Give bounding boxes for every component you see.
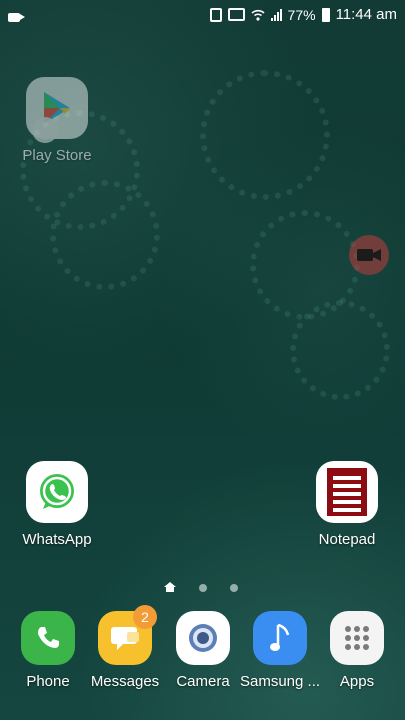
camera-icon — [176, 611, 230, 665]
page-dot — [199, 584, 207, 592]
app-label: Notepad — [318, 531, 376, 548]
app-label: Apps — [339, 673, 375, 690]
app-notepad[interactable]: Notepad — [307, 461, 387, 548]
whatsapp-icon — [26, 461, 88, 523]
wallpaper-pattern — [200, 70, 330, 200]
app-play-store[interactable]: Play Store — [17, 77, 97, 164]
battery-percent: 77% — [287, 6, 316, 23]
video-camera-icon — [357, 249, 381, 261]
clock: 11:44 am — [335, 6, 397, 23]
app-whatsapp[interactable]: WhatsApp — [17, 461, 97, 548]
music-note-icon — [253, 611, 307, 665]
screen-recorder-float-button[interactable] — [349, 235, 389, 275]
app-label: Samsung ... — [240, 673, 321, 690]
app-label: Play Store — [22, 147, 92, 164]
wifi-icon — [250, 9, 265, 21]
dock-apps[interactable]: Apps — [317, 611, 397, 690]
page-dot — [230, 584, 238, 592]
messages-icon: 2 — [98, 605, 157, 665]
wallpaper-pattern — [250, 210, 360, 320]
play-store-icon — [26, 77, 88, 143]
wallpaper-pattern — [50, 180, 160, 290]
phone-icon — [21, 611, 75, 665]
notepad-icon — [316, 461, 378, 523]
cast-icon — [227, 8, 245, 21]
dock-phone[interactable]: Phone — [8, 611, 88, 690]
dock-camera[interactable]: Camera — [163, 611, 243, 690]
wallpaper-pattern — [290, 300, 390, 400]
page-indicator[interactable] — [0, 582, 405, 594]
app-label: WhatsApp — [22, 531, 92, 548]
app-label: Phone — [26, 673, 70, 690]
dock-samsung-music[interactable]: Samsung ... — [240, 611, 320, 690]
unread-badge: 2 — [133, 605, 157, 629]
battery-icon — [321, 7, 330, 22]
apps-grid-icon — [330, 611, 384, 665]
clipboard-icon — [209, 7, 222, 22]
dock-messages[interactable]: 2 Messages — [85, 605, 165, 690]
app-label: Camera — [176, 673, 230, 690]
screen-recorder-icon — [8, 13, 25, 22]
status-bar: 77% 11:44 am — [0, 0, 405, 30]
signal-icon — [270, 8, 282, 21]
app-label: Messages — [90, 673, 160, 690]
home-page-icon — [164, 582, 176, 592]
